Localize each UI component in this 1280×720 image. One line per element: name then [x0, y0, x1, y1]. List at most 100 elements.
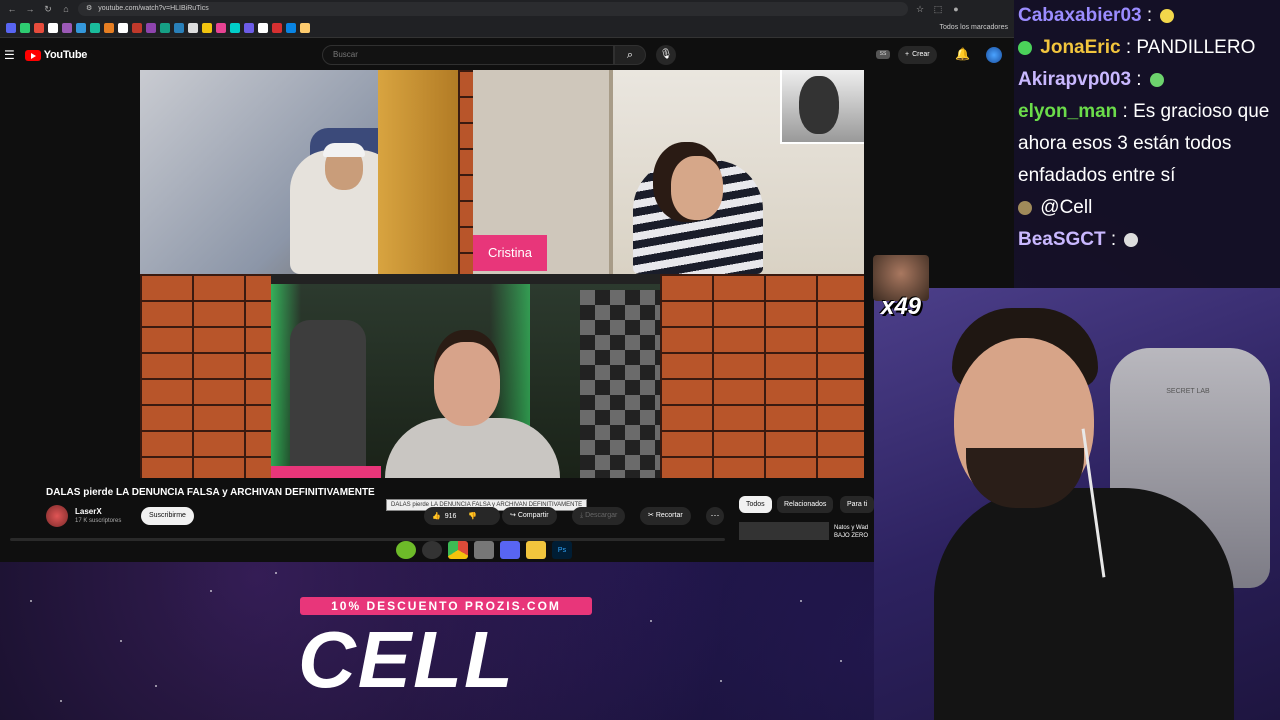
chrome-icon[interactable]: [448, 541, 468, 559]
bookmark-icon[interactable]: [188, 22, 198, 33]
url-text: youtube.com/watch?v=HLIBiRuTics: [98, 5, 209, 12]
bookmark-icon[interactable]: [104, 22, 114, 33]
app-icon[interactable]: [474, 541, 494, 559]
curtain: [378, 70, 458, 274]
bookmark-icon[interactable]: [62, 22, 72, 33]
bookmark-icon[interactable]: [48, 22, 58, 33]
portrait-photo-head: [799, 76, 839, 134]
browser-window: ← → ↻ ⌂ ⚙ youtube.com/watch?v=HLIBiRuTic…: [0, 0, 1014, 562]
obs-icon[interactable]: [422, 541, 442, 559]
video-tile-1: [140, 70, 458, 274]
forward-icon[interactable]: →: [24, 3, 36, 15]
browser-toolbar: ← → ↻ ⌂ ⚙ youtube.com/watch?v=HLIBiRuTic…: [0, 0, 1014, 18]
badge-icon: [1018, 40, 1032, 55]
emote-combo: x49: [873, 255, 929, 327]
chat-username: Cabaxabier03: [1018, 5, 1142, 26]
bookmark-icon[interactable]: [146, 22, 156, 33]
bookmark-icon[interactable]: [244, 22, 254, 33]
channel-subscribers: 17 K suscriptores: [75, 518, 122, 524]
recommended-title[interactable]: Natos y Wad BAJO ZERO: [834, 524, 874, 540]
horizontal-scrollbar[interactable]: [10, 538, 725, 541]
microphone-icon[interactable]: 🎙: [656, 45, 676, 65]
bookmark-icon[interactable]: [286, 22, 296, 33]
youtube-logo[interactable]: YouTube: [24, 49, 87, 61]
acoustic-foam: [580, 290, 660, 478]
account-avatar[interactable]: [986, 47, 1002, 63]
download-icon: ⤓: [580, 512, 584, 519]
stream-layout: ← → ↻ ⌂ ⚙ youtube.com/watch?v=HLIBiRuTic…: [0, 0, 1280, 720]
download-label: Descargar: [585, 512, 618, 519]
bookmark-icon[interactable]: [118, 22, 128, 33]
site-info-icon[interactable]: ⚙: [86, 2, 92, 16]
stream-chat: Cabaxabier03 : JonaEric : PANDILLERO Aki…: [1014, 0, 1280, 288]
bookmark-star-icon[interactable]: ☆: [914, 3, 926, 15]
channel-avatar[interactable]: [46, 505, 68, 527]
extensions-icon[interactable]: ⬚: [932, 3, 944, 15]
video-title: DALAS pierde LA DENUNCIA FALSA y ARCHIVA…: [46, 487, 375, 498]
bookmark-icon[interactable]: [272, 22, 282, 33]
bookmark-icon[interactable]: [132, 22, 142, 33]
bookmark-icon[interactable]: [160, 22, 170, 33]
share-label: Compartir: [517, 512, 549, 519]
create-label: Crear: [912, 51, 930, 58]
all-bookmarks-folder[interactable]: Todos los marcadores: [940, 24, 1014, 31]
taskbar: Ps: [396, 541, 572, 559]
bookmark-icon[interactable]: [216, 22, 226, 33]
streamer-name: CELL: [298, 615, 515, 704]
bookmark-icon[interactable]: [202, 22, 212, 33]
like-count: 916: [444, 512, 457, 520]
chip-related[interactable]: Relacionados: [777, 496, 834, 513]
youtube-play-icon: [24, 49, 41, 61]
plus-icon: +: [905, 51, 910, 58]
video-player[interactable]: Cristina: [140, 70, 864, 478]
star: [720, 680, 722, 682]
menu-icon[interactable]: ☰: [4, 48, 15, 62]
xbox-icon[interactable]: [396, 541, 416, 559]
more-options-icon[interactable]: ⋯: [706, 507, 724, 525]
search-input[interactable]: Buscar: [322, 45, 614, 65]
bookmark-icon[interactable]: [258, 22, 268, 33]
share-button[interactable]: ↪ Compartir: [502, 507, 557, 525]
bookmark-icon[interactable]: [90, 22, 100, 33]
recommended-thumbnail[interactable]: [739, 522, 829, 540]
scissors-icon: ✂: [648, 512, 654, 519]
home-icon[interactable]: ⌂: [60, 3, 72, 15]
discord-icon[interactable]: [500, 541, 520, 559]
bookmark-icon[interactable]: [174, 22, 184, 33]
download-button[interactable]: ⤓ Descargar: [572, 507, 626, 525]
reload-icon[interactable]: ↻: [42, 3, 54, 15]
bookmark-icon[interactable]: [20, 22, 30, 33]
subscribe-button[interactable]: Suscribirme: [141, 507, 194, 525]
clip-button[interactable]: ✂ Recortar: [640, 507, 691, 525]
hanging-jacket: [290, 320, 366, 470]
chip-for-you[interactable]: Para ti: [840, 496, 875, 513]
emote-icon: [1160, 8, 1175, 23]
photoshop-icon[interactable]: Ps: [552, 541, 572, 559]
thumbs-down-icon[interactable]: 👎: [468, 512, 477, 520]
chat-message: JonaEric : PANDILLERO: [1018, 32, 1276, 64]
chat-username: BeaSGCT: [1018, 229, 1106, 250]
star: [60, 700, 62, 702]
bookmark-icon[interactable]: [76, 22, 86, 33]
folder-icon[interactable]: [526, 541, 546, 559]
star: [840, 660, 842, 662]
bookmark-icon[interactable]: [6, 22, 16, 33]
notifications-bell-icon[interactable]: 🔔: [955, 47, 970, 61]
channel-name[interactable]: LaserX: [75, 507, 102, 516]
address-bar[interactable]: ⚙ youtube.com/watch?v=HLIBiRuTics: [78, 2, 908, 16]
streamer-webcam: SECRET LAB: [874, 288, 1280, 720]
thumbs-up-icon[interactable]: 👍: [432, 512, 441, 520]
chip-all[interactable]: Todos: [739, 496, 772, 513]
bookmark-icon[interactable]: [34, 22, 44, 33]
emote-icon: [1018, 200, 1032, 215]
create-button[interactable]: + Crear: [898, 46, 937, 64]
profile-icon[interactable]: ●: [950, 3, 962, 15]
chat-mention: @Cell: [1040, 197, 1093, 218]
star: [210, 590, 212, 592]
search-icon[interactable]: ⌕: [614, 45, 646, 65]
brick-wall: [140, 274, 271, 478]
bookmark-icon[interactable]: [230, 22, 240, 33]
back-icon[interactable]: ←: [6, 3, 18, 15]
emote-count: x49: [880, 293, 922, 320]
bookmark-icon[interactable]: [300, 22, 310, 33]
